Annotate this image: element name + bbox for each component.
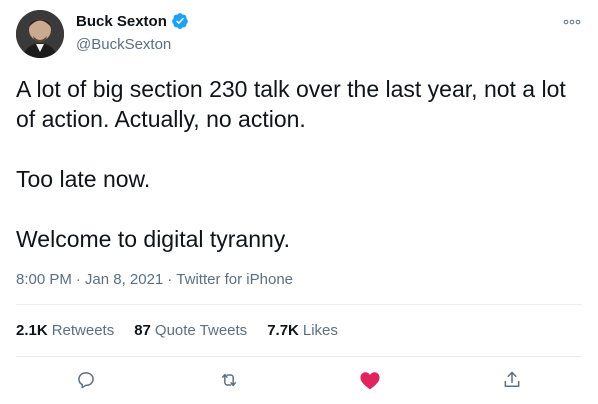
like-icon[interactable] <box>358 368 382 392</box>
share-icon[interactable] <box>500 368 524 392</box>
action-bar <box>0 366 598 394</box>
name-row: Buck Sexton <box>76 12 189 30</box>
divider <box>16 304 582 305</box>
handle[interactable]: @BuckSexton <box>76 36 171 53</box>
tweet-text-line: A lot of big section 230 talk over the l… <box>16 76 566 102</box>
divider <box>16 356 582 357</box>
quote-tweets-count: 87 <box>134 322 151 339</box>
display-name[interactable]: Buck Sexton <box>76 13 167 30</box>
tweet-source[interactable]: Twitter for iPhone <box>176 271 293 288</box>
meta-separator: · <box>75 271 81 288</box>
avatar[interactable] <box>16 10 64 58</box>
likes-stat[interactable]: 7.7K Likes <box>267 322 338 339</box>
tweet-time[interactable]: 8:00 PM <box>16 271 72 288</box>
tweet-meta: 8:00 PM · Jan 8, 2021 · Twitter for iPho… <box>16 271 293 288</box>
tweet-text-line: Too late now. <box>16 166 151 192</box>
tweet: Buck Sexton @BuckSexton A lot of big sec… <box>0 0 598 404</box>
meta-separator: · <box>167 271 173 288</box>
retweets-label: Retweets <box>51 322 115 339</box>
quote-tweets-stat[interactable]: 87 Quote Tweets <box>134 322 247 339</box>
verified-icon <box>171 12 189 30</box>
retweet-icon[interactable] <box>217 368 241 392</box>
tweet-text: A lot of big section 230 talk over the l… <box>16 74 582 254</box>
tweet-date[interactable]: Jan 8, 2021 <box>85 271 163 288</box>
likes-label: Likes <box>302 322 338 339</box>
more-icon[interactable] <box>562 12 582 32</box>
retweets-stat[interactable]: 2.1K Retweets <box>16 322 114 339</box>
quote-tweets-label: Quote Tweets <box>154 322 248 339</box>
retweets-count: 2.1K <box>16 322 48 339</box>
tweet-stats: 2.1K Retweets 87 Quote Tweets 7.7K Likes <box>16 322 338 339</box>
likes-count: 7.7K <box>267 322 299 339</box>
tweet-text-line: of action. Actually, no action. <box>16 106 306 132</box>
tweet-text-line: Welcome to digital tyranny. <box>16 226 290 252</box>
reply-icon[interactable] <box>74 368 98 392</box>
